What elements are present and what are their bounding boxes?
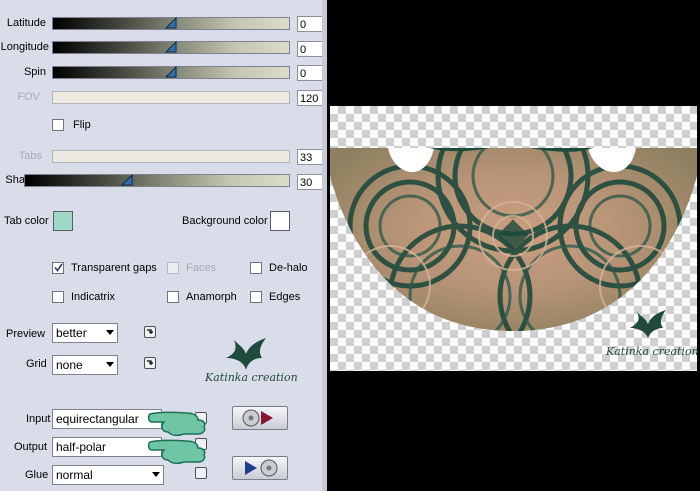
grid-link-button[interactable] xyxy=(144,357,156,369)
grid-select-value: none xyxy=(56,358,83,372)
sharpen-value[interactable]: 30 xyxy=(297,174,323,190)
preview-canvas: Katinka creation xyxy=(330,106,699,371)
background-color-swatch[interactable] xyxy=(270,211,290,231)
preview-watermark-text: Katinka creation xyxy=(606,345,699,358)
flip-checkbox[interactable] xyxy=(52,119,64,131)
de-halo-checkbox[interactable] xyxy=(250,262,262,274)
output-label: Output xyxy=(14,441,48,453)
background-color-label: Background color xyxy=(182,215,268,227)
latitude-label: Latitude xyxy=(6,17,46,29)
bird-logo-icon xyxy=(226,338,266,370)
transparent-gaps-label: Transparent gaps xyxy=(71,262,157,274)
preview-image xyxy=(330,148,697,338)
tab-color-swatch[interactable] xyxy=(53,211,73,231)
longitude-label: Longitude xyxy=(0,41,49,53)
output-field[interactable]: half-polar xyxy=(52,437,162,457)
de-halo-label: De-halo xyxy=(269,262,308,274)
sharpen-slider[interactable] xyxy=(24,174,290,187)
edges-label: Edges xyxy=(269,291,301,303)
glue-label: Glue xyxy=(25,469,49,481)
faces-label: Faces xyxy=(186,262,216,274)
glue-select[interactable]: normal xyxy=(52,465,164,485)
settings-panel: Latitude 0 Longitude 0 Spin 0 FOV 120 Fl… xyxy=(0,0,327,491)
panel-edge xyxy=(322,0,327,491)
longitude-value[interactable]: 0 xyxy=(297,41,323,57)
play-disc-icon xyxy=(245,459,278,477)
glue-select-value: normal xyxy=(56,468,93,482)
latitude-slider[interactable] xyxy=(52,17,290,30)
link-icon xyxy=(147,360,153,365)
transparent-gaps-checkbox[interactable] xyxy=(52,262,64,274)
faces-checkbox xyxy=(167,262,179,274)
chevron-down-icon xyxy=(152,472,160,477)
watermark-text: Katinka creation xyxy=(205,371,298,384)
chevron-down-icon xyxy=(106,362,114,367)
anamorph-label: Anamorph xyxy=(186,291,237,303)
pointing-hand-icon xyxy=(148,439,206,465)
tabs-label: Tabs xyxy=(18,150,42,162)
edges-checkbox[interactable] xyxy=(250,291,262,303)
disc-play-icon xyxy=(242,409,273,427)
grid-label: Grid xyxy=(26,358,47,370)
spin-label: Spin xyxy=(23,66,46,78)
tab-color-label: Tab color xyxy=(4,215,49,227)
fov-slider xyxy=(52,91,290,104)
preview-select[interactable]: better xyxy=(52,323,118,343)
load-button[interactable] xyxy=(232,406,288,430)
spin-slider[interactable] xyxy=(52,66,290,79)
anamorph-checkbox[interactable] xyxy=(167,291,179,303)
input-field[interactable]: equirectangular xyxy=(52,409,162,429)
preview-link-button[interactable] xyxy=(144,326,156,338)
spin-value[interactable]: 0 xyxy=(297,65,323,81)
tabs-slider xyxy=(52,150,290,163)
chevron-down-icon xyxy=(106,330,114,335)
flip-label: Flip xyxy=(73,119,91,131)
longitude-slider[interactable] xyxy=(52,41,290,54)
latitude-value[interactable]: 0 xyxy=(297,16,323,32)
preview-select-value: better xyxy=(56,326,87,340)
tabs-value: 33 xyxy=(297,149,323,165)
save-button[interactable] xyxy=(232,456,288,480)
link-icon xyxy=(147,329,153,334)
indicatrix-checkbox[interactable] xyxy=(52,291,64,303)
grid-select[interactable]: none xyxy=(52,355,118,375)
input-label: Input xyxy=(26,413,51,425)
preview-label: Preview xyxy=(6,328,46,340)
glue-link-button[interactable] xyxy=(195,467,207,479)
fov-value: 120 xyxy=(297,90,323,106)
indicatrix-label: Indicatrix xyxy=(71,291,116,303)
fov-label: FOV xyxy=(17,91,40,103)
